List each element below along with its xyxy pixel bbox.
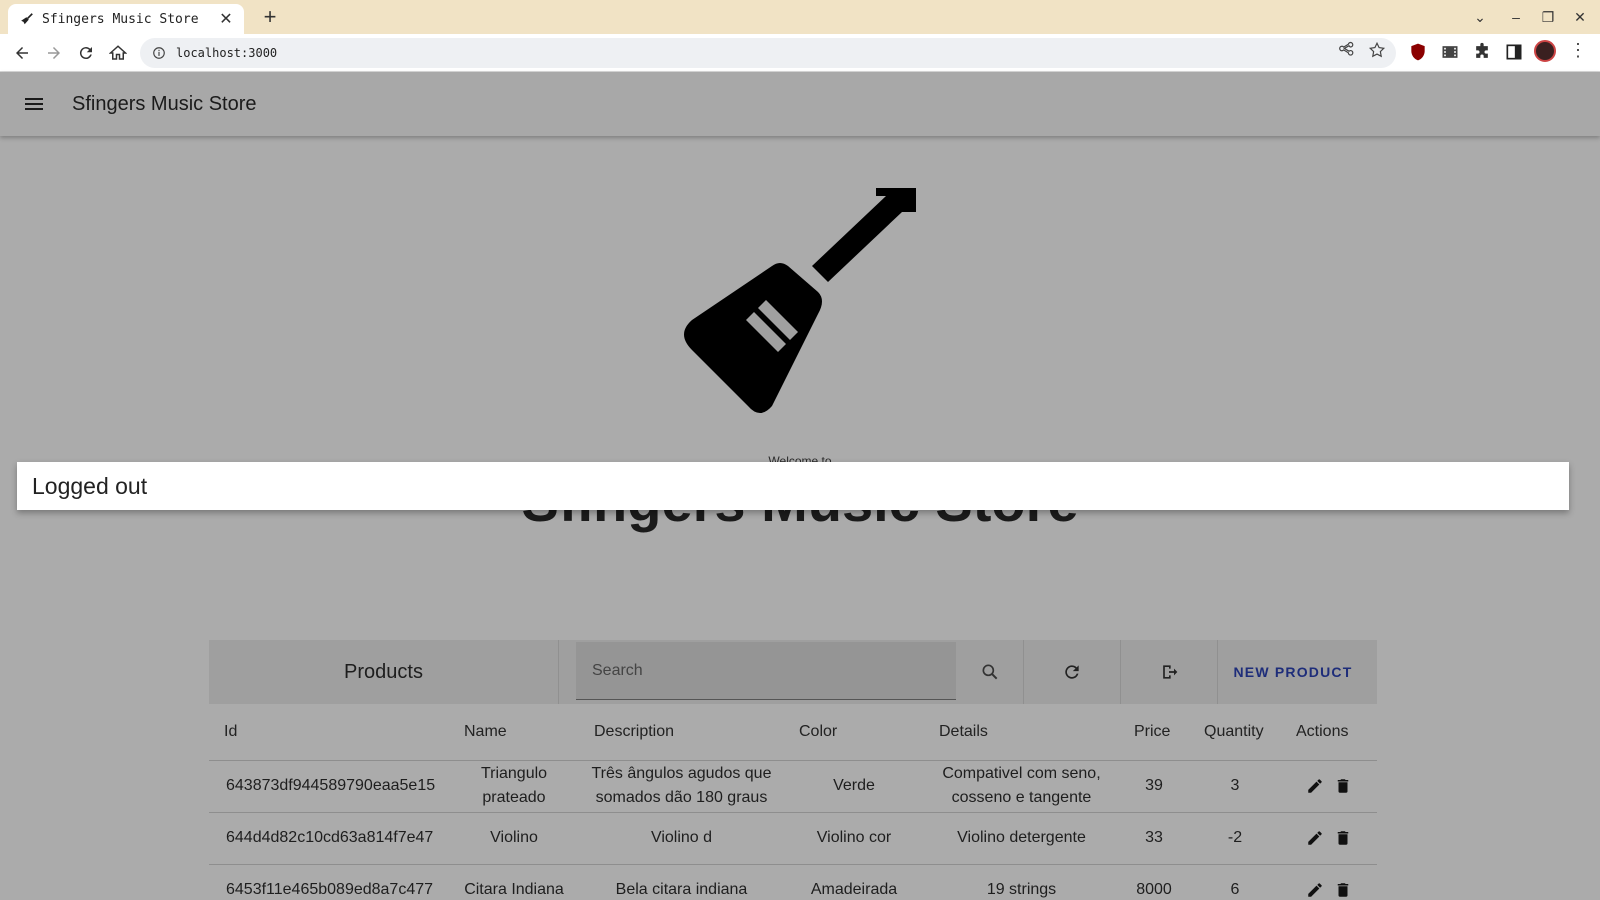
- cell-name: Citara Indiana: [449, 864, 579, 900]
- snackbar-message: Logged out: [32, 472, 148, 499]
- cell-color: Verde: [784, 760, 924, 813]
- search-field[interactable]: [576, 642, 956, 700]
- site-info-icon[interactable]: [152, 46, 166, 60]
- electric-guitar-icon: [684, 188, 916, 413]
- ublock-shield-icon[interactable]: [1408, 42, 1428, 62]
- column-header-price[interactable]: Price: [1119, 704, 1189, 761]
- delete-trash-icon[interactable]: [1334, 881, 1352, 899]
- minimize-icon[interactable]: –: [1504, 6, 1528, 28]
- edit-pencil-icon[interactable]: [1306, 881, 1324, 899]
- cell-actions: [1281, 760, 1377, 813]
- browser-menu-icon[interactable]: ⋮: [1568, 40, 1588, 60]
- close-tab-icon[interactable]: ✕: [218, 9, 234, 29]
- cell-id: 643873df944589790eaa5e15: [209, 760, 449, 813]
- edit-pencil-icon[interactable]: [1306, 829, 1324, 847]
- cell-name: Violino: [449, 812, 579, 865]
- column-header-quantity[interactable]: Quantity: [1189, 704, 1281, 761]
- address-bar[interactable]: localhost:3000: [140, 38, 1396, 68]
- browser-tabstrip: Sfingers Music Store ✕ + ⌄ – ❐ ✕: [0, 0, 1600, 34]
- refresh-button[interactable]: [1024, 640, 1121, 704]
- logged-out-snackbar: Logged out: [17, 462, 1569, 510]
- products-panel: Products NEW PRODUCT Id Name Descript: [209, 640, 1377, 900]
- delete-trash-icon[interactable]: [1334, 777, 1352, 795]
- column-header-name[interactable]: Name: [449, 704, 579, 761]
- search-input[interactable]: [592, 661, 956, 680]
- refresh-icon: [1065, 665, 1079, 679]
- cell-color: Amadeirada: [784, 864, 924, 900]
- cell-price: 8000: [1119, 864, 1189, 900]
- cell-details: Compativel com seno, cosseno e tangente: [924, 760, 1119, 813]
- app-title: Sfingers Music Store: [72, 92, 257, 115]
- forward-icon[interactable]: [40, 39, 68, 67]
- cell-actions: [1281, 812, 1377, 865]
- edit-pencil-icon[interactable]: [1306, 777, 1324, 795]
- search-icon: [982, 664, 997, 680]
- side-panel-icon[interactable]: [1504, 42, 1524, 62]
- products-table: Id Name Description Color Details Price …: [209, 704, 1377, 900]
- table-row: 644d4d82c10cd63a814f7e47 Violino Violino…: [209, 812, 1377, 865]
- column-header-details[interactable]: Details: [924, 704, 1119, 761]
- restore-icon[interactable]: ❐: [1536, 6, 1560, 28]
- back-icon[interactable]: [8, 39, 36, 67]
- cell-description: Bela citara indiana: [579, 864, 784, 900]
- products-title: Products: [209, 640, 559, 704]
- logout-button[interactable]: [1121, 640, 1218, 704]
- delete-trash-icon[interactable]: [1334, 829, 1352, 847]
- home-icon[interactable]: [104, 39, 132, 67]
- table-row: 643873df944589790eaa5e15 Triangulo prate…: [209, 760, 1377, 813]
- browser-toolbar: localhost:3000 ⋮: [0, 34, 1600, 72]
- cell-price: 33: [1119, 812, 1189, 865]
- close-window-icon[interactable]: ✕: [1568, 6, 1592, 28]
- tab-search-chevron-icon[interactable]: ⌄: [1468, 6, 1492, 28]
- extensions-puzzle-icon[interactable]: [1472, 42, 1492, 62]
- cell-quantity: 3: [1189, 760, 1281, 813]
- browser-tab[interactable]: Sfingers Music Store ✕: [8, 4, 244, 34]
- tab-title: Sfingers Music Store: [42, 11, 199, 27]
- cell-id: 644d4d82c10cd63a814f7e47: [209, 812, 449, 865]
- column-header-color[interactable]: Color: [784, 704, 924, 761]
- guitar-favicon-icon: [21, 13, 33, 25]
- column-header-id[interactable]: Id: [209, 704, 449, 761]
- cell-details: 19 strings: [924, 864, 1119, 900]
- cell-name: Triangulo prateado: [449, 760, 579, 813]
- cell-description: Três ângulos agudos que somados dão 180 …: [579, 760, 784, 813]
- products-toolbar: Products NEW PRODUCT: [209, 640, 1377, 704]
- bookmark-star-icon[interactable]: [1368, 41, 1386, 59]
- cell-id: 6453f11e465b089ed8a7c477: [209, 864, 449, 900]
- new-product-button[interactable]: NEW PRODUCT: [1209, 640, 1377, 704]
- cell-price: 39: [1119, 760, 1189, 813]
- column-header-description[interactable]: Description: [579, 704, 784, 761]
- cell-color: Violino cor: [784, 812, 924, 865]
- film-extension-icon[interactable]: [1440, 42, 1460, 62]
- search-button[interactable]: [956, 640, 1024, 704]
- url-text[interactable]: localhost:3000: [176, 46, 277, 60]
- reload-icon[interactable]: [72, 39, 100, 67]
- welcome-text: Welcome to: [768, 454, 832, 462]
- cell-details: Violino detergente: [924, 812, 1119, 865]
- table-header-row: Id Name Description Color Details Price …: [209, 704, 1377, 761]
- table-row: 6453f11e465b089ed8a7c477 Citara Indiana …: [209, 864, 1377, 900]
- cell-quantity: -2: [1189, 812, 1281, 865]
- column-header-actions: Actions: [1281, 704, 1377, 761]
- share-icon[interactable]: [1337, 41, 1355, 59]
- cell-description: Violino d: [579, 812, 784, 865]
- cell-quantity: 6: [1189, 864, 1281, 900]
- app-bar: Sfingers Music Store: [0, 72, 1600, 136]
- hamburger-menu-icon[interactable]: [22, 92, 46, 116]
- cell-actions: [1281, 864, 1377, 900]
- profile-avatar[interactable]: [1534, 40, 1556, 62]
- new-tab-icon[interactable]: +: [258, 6, 282, 30]
- logout-icon: [1163, 665, 1178, 679]
